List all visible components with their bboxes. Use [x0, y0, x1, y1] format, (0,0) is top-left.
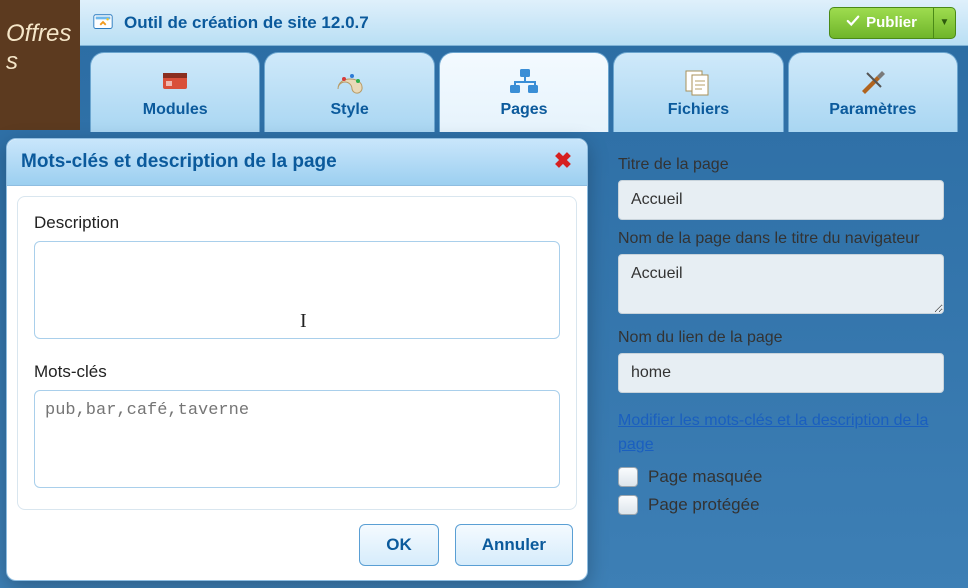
check-icon [846, 14, 860, 32]
tab-style[interactable]: Style [264, 52, 434, 132]
link-name-label: Nom du lien de la page [618, 329, 944, 347]
hidden-page-label: Page masquée [648, 467, 762, 487]
protected-page-checkbox[interactable]: Page protégée [618, 495, 944, 515]
keywords-textarea[interactable] [34, 390, 560, 488]
tab-label: Fichiers [668, 101, 729, 119]
publish-dropdown[interactable]: ▼ [934, 7, 956, 39]
dialog-body: Description Mots-clés [17, 196, 577, 510]
close-icon[interactable]: ✖ [553, 152, 573, 172]
browser-title-input[interactable] [618, 254, 944, 314]
site-preview-text: Offres s [6, 20, 71, 75]
tab-fichiers[interactable]: Fichiers [613, 52, 783, 132]
modules-icon [157, 67, 193, 97]
checkbox-icon [618, 467, 638, 487]
checkbox-icon [618, 495, 638, 515]
publish-group: Publier ▼ [829, 7, 956, 39]
keywords-label: Mots-clés [34, 362, 560, 382]
app-title: Outil de création de site 12.0.7 [124, 13, 829, 33]
ok-button[interactable]: OK [359, 524, 439, 566]
publish-button[interactable]: Publier [829, 7, 934, 39]
edit-meta-link[interactable]: Modifier les mots-clés et la description… [618, 409, 944, 457]
cancel-button[interactable]: Annuler [455, 524, 573, 566]
page-title-label: Titre de la page [618, 156, 944, 174]
tab-label: Modules [143, 101, 208, 119]
tab-pages[interactable]: Pages [439, 52, 609, 132]
dialog-header: Mots-clés et description de la page ✖ [7, 139, 587, 186]
meta-dialog: Mots-clés et description de la page ✖ De… [6, 138, 588, 581]
tab-parametres[interactable]: Paramètres [788, 52, 958, 132]
top-bar: Outil de création de site 12.0.7 Publier… [80, 0, 968, 46]
browser-title-label: Nom de la page dans le titre du navigate… [618, 230, 944, 248]
dialog-title: Mots-clés et description de la page [21, 151, 337, 173]
app-icon [92, 12, 114, 34]
files-icon [680, 67, 716, 97]
dialog-buttons: OK Annuler [7, 510, 587, 580]
page-title-input[interactable] [618, 180, 944, 220]
hidden-page-checkbox[interactable]: Page masquée [618, 467, 944, 487]
tab-label: Style [330, 101, 368, 119]
chevron-down-icon: ▼ [940, 17, 950, 28]
link-name-input[interactable] [618, 353, 944, 393]
style-icon [332, 67, 368, 97]
description-textarea[interactable] [34, 241, 560, 339]
publish-label: Publier [866, 14, 917, 31]
pages-icon [506, 67, 542, 97]
protected-page-label: Page protégée [648, 495, 760, 515]
tab-label: Pages [500, 101, 547, 119]
tab-modules[interactable]: Modules [90, 52, 260, 132]
main-tabs: Modules Style Pages Fichiers Paramètres [80, 46, 968, 132]
description-label: Description [34, 213, 560, 233]
tab-label: Paramètres [829, 101, 916, 119]
settings-icon [855, 67, 891, 97]
page-properties-panel: Titre de la page Nom de la page dans le … [600, 132, 962, 537]
site-preview-strip: Offres s [0, 0, 80, 130]
